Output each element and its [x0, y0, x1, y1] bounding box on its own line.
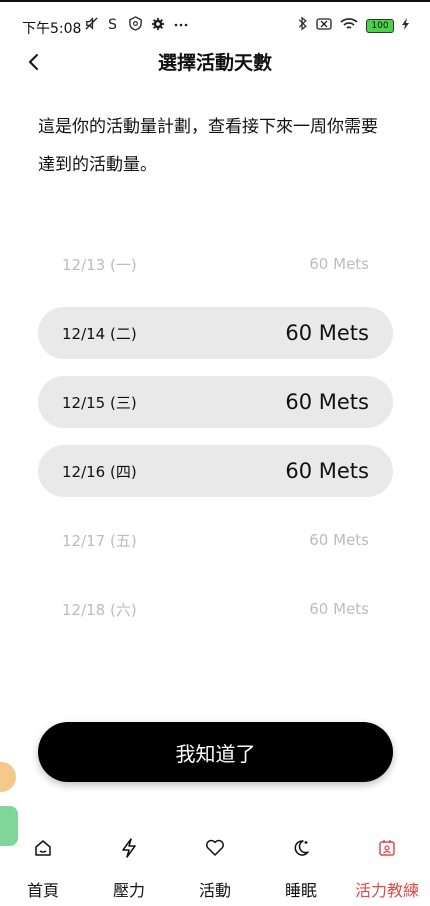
bolt-icon — [121, 838, 137, 858]
day-mets-value: 60 Mets — [285, 390, 369, 414]
battery-icon: 100 — [366, 18, 394, 33]
day-date: 12/18 (六) — [62, 600, 137, 619]
day-row[interactable]: 12/13 (一) 60 Mets — [38, 238, 393, 290]
tab-sleep[interactable]: 睡眠 — [258, 826, 344, 906]
tab-label: 壓力 — [112, 881, 145, 900]
day-mets-value: 60 Mets — [309, 600, 369, 618]
day-mets-value: 60 Mets — [309, 531, 369, 549]
status-system-icons: 100 — [298, 16, 410, 35]
day-row-selected[interactable]: 12/15 (三) 60 Mets — [38, 376, 393, 428]
tab-stress[interactable]: 壓力 — [86, 826, 172, 906]
home-icon — [33, 838, 53, 858]
tab-label: 活力教練 — [354, 881, 419, 900]
mute-icon — [84, 16, 99, 35]
day-mets-value: 60 Mets — [309, 255, 369, 273]
status-time: 下午5:08 — [22, 21, 82, 37]
tab-activity[interactable]: 活動 — [172, 826, 258, 906]
gear-icon — [151, 17, 165, 35]
day-row-selected[interactable]: 12/14 (二) 60 Mets — [38, 307, 393, 359]
activity-day-list: 12/13 (一) 60 Mets 12/14 (二) 60 Mets 12/1… — [38, 238, 393, 652]
day-mets-value: 60 Mets — [285, 321, 369, 345]
confirm-button[interactable]: 我知道了 — [38, 722, 393, 782]
tab-home[interactable]: 首頁 — [0, 826, 86, 906]
day-row[interactable]: 12/17 (五) 60 Mets — [38, 514, 393, 566]
page-title: 選擇活動天數 — [157, 52, 272, 74]
wifi-icon — [340, 16, 358, 35]
day-date: 12/15 (三) — [62, 393, 137, 412]
day-date: 12/14 (二) — [62, 324, 137, 343]
tab-label: 睡眠 — [284, 881, 317, 900]
description-line-1: 這是你的活動量計劃，查看接下來一周你需要 — [38, 117, 378, 137]
svg-text:S: S — [108, 17, 117, 31]
status-bar: 下午5:08 S 100 — [0, 0, 430, 48]
tab-vitality-coach[interactable]: 活力教練 — [344, 826, 430, 906]
moon-icon — [291, 838, 311, 858]
page-header: 選擇活動天數 — [0, 42, 430, 82]
no-sim-icon — [316, 16, 332, 35]
day-date: 12/16 (四) — [62, 462, 137, 481]
day-mets-value: 60 Mets — [285, 459, 369, 483]
status-notification-icons: S — [84, 16, 189, 35]
bluetooth-icon — [298, 16, 308, 35]
description-line-2: 達到的活動量。 — [38, 155, 157, 175]
shield-icon — [128, 16, 143, 35]
floating-assist-bubble[interactable] — [0, 762, 16, 792]
heart-icon — [205, 838, 225, 858]
plan-description: 這是你的活動量計劃，查看接下來一周你需要 達到的活動量。 — [38, 108, 398, 184]
coach-icon — [377, 838, 397, 858]
tab-label: 活動 — [198, 881, 231, 900]
app-s-icon: S — [107, 16, 120, 35]
more-dots-icon — [173, 17, 189, 35]
day-date: 12/13 (一) — [62, 255, 137, 274]
tab-label: 首頁 — [26, 881, 59, 900]
day-row[interactable]: 12/18 (六) 60 Mets — [38, 583, 393, 635]
charging-icon — [402, 18, 410, 33]
day-date: 12/17 (五) — [62, 531, 137, 550]
bottom-tab-bar: 首頁 壓力 活動 睡眠 活力教練 — [0, 826, 430, 906]
day-row-selected[interactable]: 12/16 (四) 60 Mets — [38, 445, 393, 497]
